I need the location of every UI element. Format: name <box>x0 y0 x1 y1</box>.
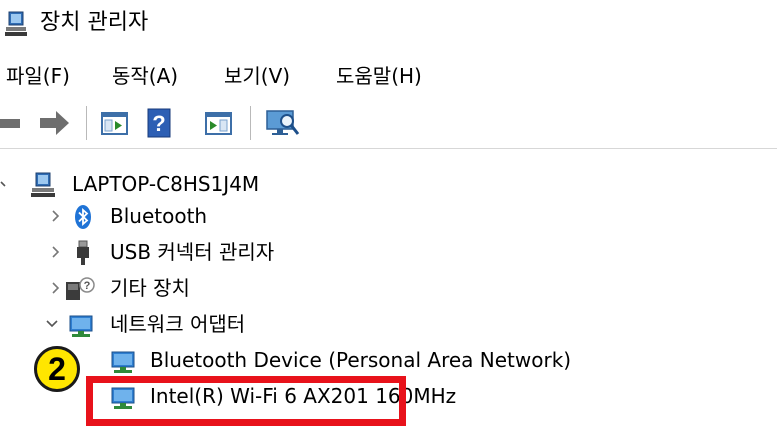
tree-item-other-devices[interactable]: ? 기타 장치 <box>0 270 777 306</box>
tree-item-bluetooth[interactable]: Bluetooth <box>0 198 777 234</box>
tree-item-usb-connector-manager[interactable]: USB 커넥터 관리자 <box>0 234 777 270</box>
window-title: 장치 관리자 <box>40 10 149 35</box>
back-icon[interactable] <box>0 108 28 138</box>
step-number-badge: 2 <box>34 346 80 392</box>
chevron-right-icon[interactable] <box>48 208 64 224</box>
menu-action[interactable]: 동작(A) <box>112 58 178 94</box>
menu-view[interactable]: 보기(V) <box>224 58 290 94</box>
chevron-right-icon[interactable] <box>48 244 64 260</box>
network-adapter-icon <box>69 315 93 337</box>
tree-item-label: USB 커넥터 관리자 <box>110 240 275 264</box>
scan-hardware-icon[interactable] <box>264 108 302 138</box>
computer-icon <box>31 172 55 197</box>
menu-bar: 파일(F) 동작(A) 보기(V) 도움말(H) <box>0 58 777 94</box>
usb-icon <box>77 240 89 265</box>
help-icon[interactable]: ? <box>144 108 174 138</box>
tree-item-label: Bluetooth Device (Personal Area Network) <box>150 348 572 372</box>
tree-root[interactable]: LAPTOP-C8HS1J4M <box>0 166 777 202</box>
chevron-right-icon[interactable] <box>48 280 64 296</box>
bluetooth-icon <box>75 205 91 229</box>
network-adapter-icon <box>111 351 135 373</box>
toolbar: ? <box>0 98 777 149</box>
toolbar-separator <box>86 106 87 140</box>
menu-help[interactable]: 도움말(H) <box>336 58 422 94</box>
tree-item-label: LAPTOP-C8HS1J4M <box>72 172 260 196</box>
tree-item-label: 네트워크 어댑터 <box>110 312 246 336</box>
tree-item-network-adapters[interactable]: 네트워크 어댑터 <box>0 306 777 342</box>
tree-item-bluetooth-pan[interactable]: Bluetooth Device (Personal Area Network) <box>0 342 777 378</box>
svg-text:?: ? <box>152 111 165 136</box>
forward-icon[interactable] <box>38 108 72 138</box>
toolbar-separator <box>250 106 251 140</box>
chevron-down-icon[interactable] <box>44 316 60 332</box>
chevron-down-icon[interactable] <box>0 176 16 192</box>
svg-text:?: ? <box>84 280 91 292</box>
unknown-device-icon: ? <box>66 277 95 300</box>
update-driver-icon[interactable] <box>204 108 234 138</box>
highlight-box <box>86 376 406 426</box>
menu-file[interactable]: 파일(F) <box>6 58 70 94</box>
tree-item-label: Bluetooth <box>110 204 208 228</box>
properties-icon[interactable] <box>100 108 130 138</box>
title-bar: 장치 관리자 <box>0 0 777 50</box>
tree-item-label: 기타 장치 <box>110 276 190 300</box>
device-manager-icon <box>5 11 27 36</box>
